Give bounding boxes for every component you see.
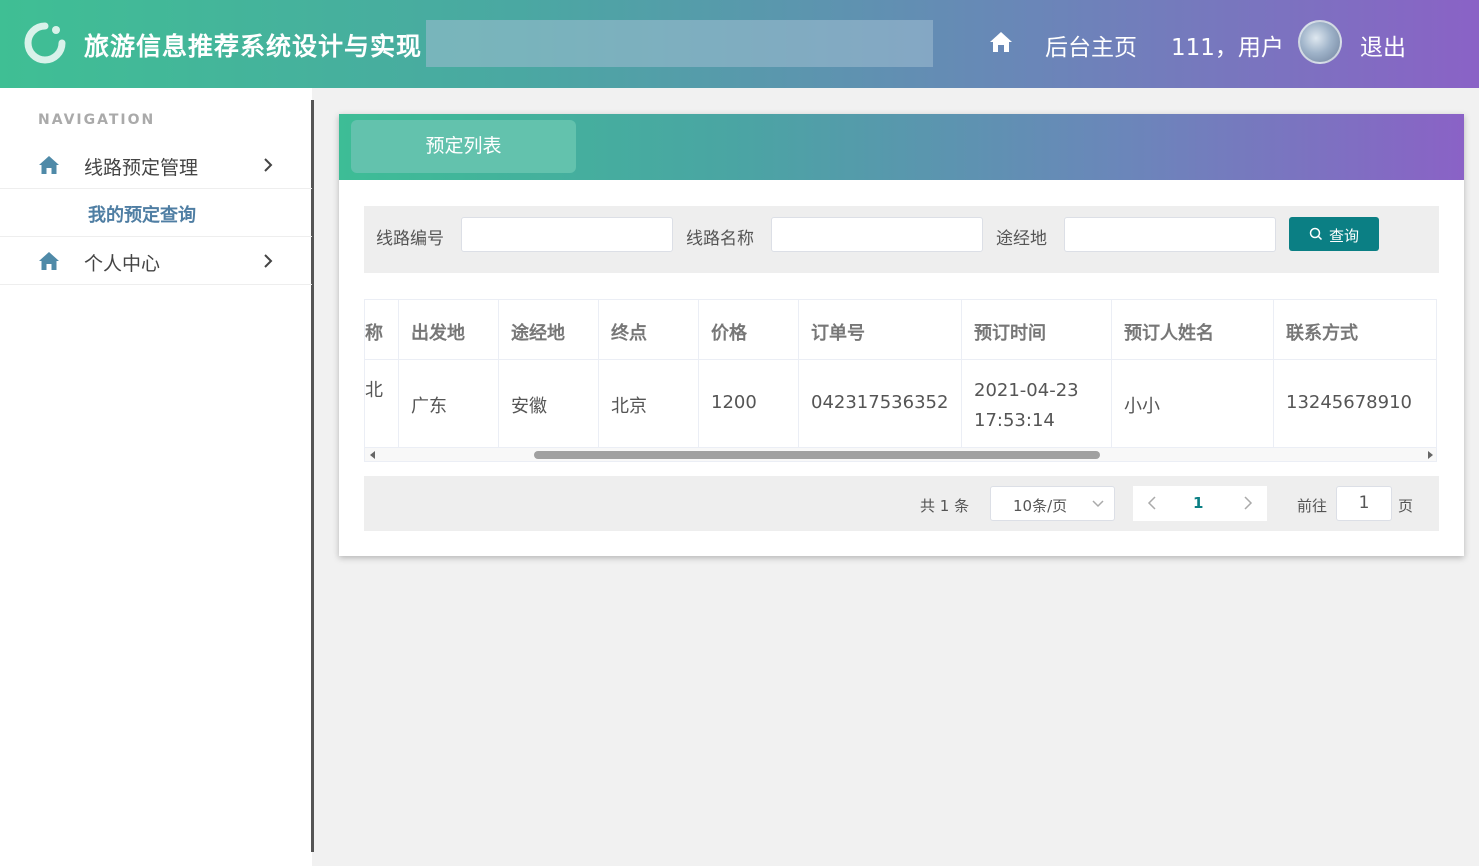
page-number[interactable]: 1 bbox=[1193, 494, 1203, 512]
pagination: 共 1 条 10条/页 1 前往 1 页 bbox=[364, 476, 1439, 531]
table-row: 北 广东 安徽 北京 1200 042317536352 2021-04-23 … bbox=[365, 360, 1436, 448]
nav-title: NAVIGATION bbox=[38, 112, 156, 128]
horizontal-scrollbar[interactable] bbox=[365, 448, 1436, 461]
sidebar-item-label: 线路预定管理 bbox=[84, 157, 199, 179]
table-cell: 安徽 bbox=[499, 360, 599, 447]
search-button-label: 查询 bbox=[1329, 227, 1360, 245]
chevron-right-icon[interactable] bbox=[1243, 496, 1253, 510]
table-cell: 042317536352 bbox=[799, 360, 962, 447]
redacted-region bbox=[426, 20, 933, 67]
column-header: 预订人姓名 bbox=[1112, 300, 1274, 359]
table-cell: 1200 bbox=[699, 360, 799, 447]
app-title: 旅游信息推荐系统设计与实现 bbox=[84, 32, 423, 61]
logout-button[interactable]: 退出 bbox=[1360, 28, 1406, 62]
search-button[interactable]: 查询 bbox=[1289, 217, 1379, 251]
column-header: 预订时间 bbox=[962, 300, 1112, 359]
table-cell: 2021-04-23 17:53:14 bbox=[962, 360, 1112, 447]
table-cell: 13245678910 bbox=[1274, 360, 1436, 447]
table-cell: 北 bbox=[365, 360, 399, 447]
sidebar-item-route-booking[interactable]: 线路预定管理 bbox=[0, 141, 312, 189]
goto-suffix: 页 bbox=[1398, 497, 1414, 515]
column-header: 终点 bbox=[599, 300, 699, 359]
via-input[interactable] bbox=[1064, 217, 1276, 252]
route-name-label: 线路名称 bbox=[686, 229, 754, 249]
table-header-row: 称 出发地 途经地 终点 价格 订单号 预订时间 预订人姓名 联系方式 bbox=[365, 300, 1436, 360]
tab-booking-list[interactable]: 预定列表 bbox=[351, 120, 576, 173]
search-icon bbox=[1309, 227, 1323, 241]
table-cell: 小小 bbox=[1112, 360, 1274, 447]
panel-header: 预定列表 bbox=[339, 114, 1464, 180]
pager-controls: 1 bbox=[1133, 486, 1267, 521]
chevron-down-icon bbox=[1092, 500, 1104, 508]
column-header: 联系方式 bbox=[1274, 300, 1436, 359]
column-header: 称 bbox=[365, 300, 399, 359]
user-greeting: 111，用户 bbox=[1171, 35, 1284, 61]
table-cell: 广东 bbox=[399, 360, 499, 447]
route-no-label: 线路编号 bbox=[376, 229, 444, 249]
column-header: 出发地 bbox=[399, 300, 499, 359]
sidebar-item-my-bookings[interactable]: 我的预定查询 bbox=[0, 189, 312, 237]
route-no-input[interactable] bbox=[461, 217, 673, 252]
via-label: 途经地 bbox=[996, 229, 1047, 249]
column-header: 订单号 bbox=[799, 300, 962, 359]
sidebar-item-label: 个人中心 bbox=[84, 253, 161, 275]
page-size-value: 10条/页 bbox=[1013, 497, 1068, 515]
avatar[interactable] bbox=[1298, 20, 1342, 64]
home-icon[interactable] bbox=[988, 30, 1014, 54]
logo-icon bbox=[24, 22, 66, 64]
chevron-left-icon[interactable] bbox=[1147, 496, 1157, 510]
column-header: 途经地 bbox=[499, 300, 599, 359]
scroll-left-icon[interactable] bbox=[368, 450, 378, 460]
sidebar-item-personal-center[interactable]: 个人中心 bbox=[0, 237, 312, 285]
booking-table: 称 出发地 途经地 终点 价格 订单号 预订时间 预订人姓名 联系方式 北 广东… bbox=[364, 299, 1437, 462]
chevron-right-icon bbox=[264, 254, 273, 268]
total-count: 共 1 条 bbox=[920, 497, 970, 515]
goto-label: 前往 bbox=[1297, 497, 1328, 515]
scrollbar-thumb[interactable] bbox=[534, 451, 1100, 459]
chevron-right-icon bbox=[264, 158, 273, 172]
page-size-select[interactable]: 10条/页 bbox=[990, 486, 1115, 521]
table-cell: 北京 bbox=[599, 360, 699, 447]
search-bar: 线路编号 线路名称 途经地 查询 bbox=[364, 206, 1439, 273]
home-icon bbox=[39, 156, 59, 174]
booking-list-panel: 预定列表 线路编号 线路名称 途经地 查询 称 出发地 途经地 终点 价格 订单… bbox=[339, 114, 1464, 556]
home-icon bbox=[39, 252, 59, 270]
column-header: 价格 bbox=[699, 300, 799, 359]
top-header: 旅游信息推荐系统设计与实现 后台主页 111，用户 退出 bbox=[0, 0, 1479, 88]
home-link[interactable]: 后台主页 bbox=[1045, 28, 1137, 62]
scroll-right-icon[interactable] bbox=[1425, 450, 1435, 460]
goto-page-input[interactable]: 1 bbox=[1336, 486, 1392, 521]
route-name-input[interactable] bbox=[771, 217, 983, 252]
sidebar-subitem-label: 我的预定查询 bbox=[88, 205, 196, 226]
